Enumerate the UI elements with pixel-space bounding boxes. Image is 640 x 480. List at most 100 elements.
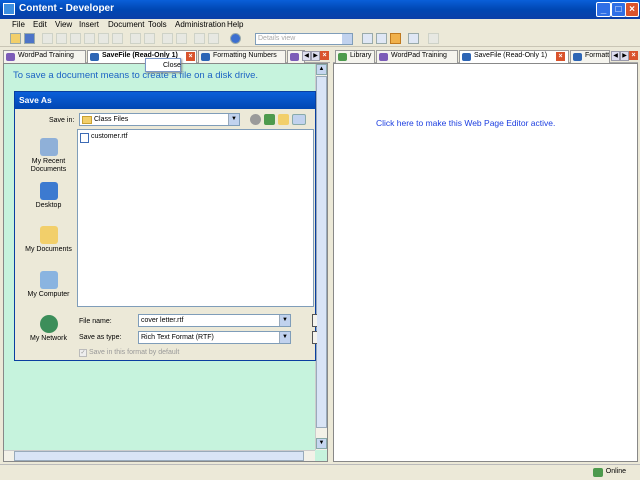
tab-scroll-left-icon[interactable]: ◀	[611, 51, 620, 61]
file-list[interactable]: customer.rtf	[77, 129, 314, 307]
indent-icon[interactable]	[162, 33, 173, 44]
save-in-label: Save in:	[49, 117, 75, 124]
chevron-down-icon: ▼	[228, 114, 239, 125]
scroll-up-icon[interactable]: ▲	[316, 64, 327, 75]
library-icon	[338, 53, 347, 61]
undo-icon[interactable]	[130, 33, 141, 44]
layout-vertical-icon[interactable]	[390, 33, 401, 44]
chevron-down-icon	[342, 34, 352, 44]
menu-help[interactable]: Help	[227, 20, 243, 29]
document-icon	[201, 53, 210, 61]
layout-single-icon[interactable]	[362, 33, 373, 44]
menu-insert[interactable]: Insert	[79, 20, 99, 29]
minimize-button[interactable]: _	[596, 2, 611, 17]
document-icon	[379, 53, 388, 61]
cancel-button[interactable]	[312, 331, 317, 344]
tab-library[interactable]: Library	[335, 50, 375, 63]
properties-icon[interactable]	[408, 33, 419, 44]
tab-scroll-right-icon[interactable]: ▶	[620, 51, 629, 61]
menu-file[interactable]: File	[12, 20, 25, 29]
folder-icon	[82, 116, 92, 124]
computer-icon	[39, 271, 58, 289]
activate-editor-link[interactable]: Click here to make this Web Page Editor …	[376, 118, 555, 128]
scroll-thumb-horizontal[interactable]	[14, 451, 304, 461]
list-item[interactable]: customer.rtf	[80, 133, 128, 143]
save-in-select[interactable]: Class Files ▼	[79, 113, 240, 126]
save-as-dialog: Save As Save in: Class Files ▼ My Recent…	[14, 91, 317, 361]
document-icon	[6, 53, 15, 61]
scroll-down-icon[interactable]: ▼	[316, 438, 327, 449]
place-my-network[interactable]: My Network	[20, 315, 77, 343]
up-folder-icon[interactable]	[264, 114, 275, 125]
tab-wordpad-training[interactable]: WordPad Training	[3, 50, 86, 63]
document-icon	[90, 53, 99, 61]
close-window-button[interactable]: ×	[625, 2, 639, 17]
document-icon	[573, 53, 582, 61]
right-pane[interactable]: Click here to make this Web Page Editor …	[333, 63, 638, 462]
back-icon[interactable]	[250, 114, 261, 125]
file-name-field[interactable]: cover letter.rtf ▼	[138, 314, 291, 327]
close-tab-icon[interactable]: ×	[556, 52, 565, 61]
menu-view[interactable]: View	[55, 20, 72, 29]
context-menu-close[interactable]: Close	[163, 62, 181, 69]
close-pane-icon[interactable]: ×	[320, 51, 329, 60]
title-bar: Content - Developer _ □ ×	[0, 0, 640, 19]
tab-formatting-numbers[interactable]: Formatting Numbers	[198, 50, 286, 63]
save-type-select[interactable]: Rich Text Format (RTF) ▼	[138, 331, 291, 344]
chevron-down-icon: ▼	[279, 315, 290, 326]
maximize-button[interactable]: □	[611, 2, 626, 17]
refresh-icon[interactable]	[428, 33, 439, 44]
horizontal-scrollbar[interactable]	[4, 450, 315, 461]
layout-horizontal-icon[interactable]	[376, 33, 387, 44]
menu-administration[interactable]: Administration	[175, 20, 226, 29]
window-title: Content - Developer	[19, 3, 115, 14]
toolbar: Details view	[0, 32, 640, 47]
clock-icon	[39, 138, 58, 156]
menu-edit[interactable]: Edit	[33, 20, 47, 29]
status-bar: Online	[0, 464, 640, 480]
tab-savefile[interactable]: SaveFile (Read-Only 1)	[459, 50, 569, 63]
view-select[interactable]: Details view	[255, 33, 353, 45]
place-my-computer[interactable]: My Computer	[20, 271, 77, 299]
default-format-checkbox[interactable]: ✓ Save in this format by default	[79, 349, 179, 357]
format-icon[interactable]	[208, 33, 219, 44]
tab-wordpad-training[interactable]: WordPad Training	[376, 50, 458, 63]
find-icon[interactable]	[112, 33, 123, 44]
document-icon	[290, 53, 299, 61]
help-icon[interactable]	[230, 33, 241, 44]
tab-scroll-left-icon[interactable]: ◀	[302, 51, 311, 61]
online-icon	[592, 468, 603, 477]
new-folder-icon[interactable]	[278, 114, 289, 125]
spell-icon[interactable]	[194, 33, 205, 44]
views-menu-icon[interactable]	[292, 114, 306, 125]
paste-icon[interactable]	[84, 33, 95, 44]
place-desktop[interactable]: Desktop	[20, 182, 77, 210]
outdent-icon[interactable]	[176, 33, 187, 44]
vertical-scrollbar[interactable]: ▲ ▼	[315, 64, 327, 450]
document-icon	[462, 53, 471, 61]
cut-icon[interactable]	[56, 33, 67, 44]
places-bar: My Recent Documents Desktop My Documents…	[20, 129, 77, 343]
close-pane-icon[interactable]: ×	[629, 51, 638, 60]
desktop-icon	[39, 182, 58, 200]
place-recent-documents[interactable]: My Recent Documents	[20, 138, 77, 174]
scroll-thumb[interactable]	[316, 76, 327, 428]
menu-bar: File Edit View Insert Document Tools Adm…	[0, 19, 640, 32]
open-icon[interactable]	[10, 33, 21, 44]
save-icon[interactable]	[24, 33, 35, 44]
chevron-down-icon: ▼	[279, 332, 290, 343]
place-my-documents[interactable]: My Documents	[20, 226, 77, 254]
save-button[interactable]	[312, 314, 317, 327]
menu-tools[interactable]: Tools	[148, 20, 167, 29]
delete-icon[interactable]	[98, 33, 109, 44]
file-name-label: File name:	[79, 318, 112, 325]
rtf-file-icon	[80, 133, 89, 143]
tab-scroll-right-icon[interactable]: ▶	[311, 51, 320, 61]
copy-icon[interactable]	[70, 33, 81, 44]
menu-document[interactable]: Document	[108, 20, 144, 29]
redo-icon[interactable]	[144, 33, 155, 44]
print-icon[interactable]	[42, 33, 53, 44]
right-tab-bar: Library WordPad Training SaveFile (Read-…	[333, 49, 638, 63]
close-tab-icon[interactable]: ×	[186, 52, 195, 61]
tab-formatting[interactable]: Formatt	[570, 50, 610, 63]
